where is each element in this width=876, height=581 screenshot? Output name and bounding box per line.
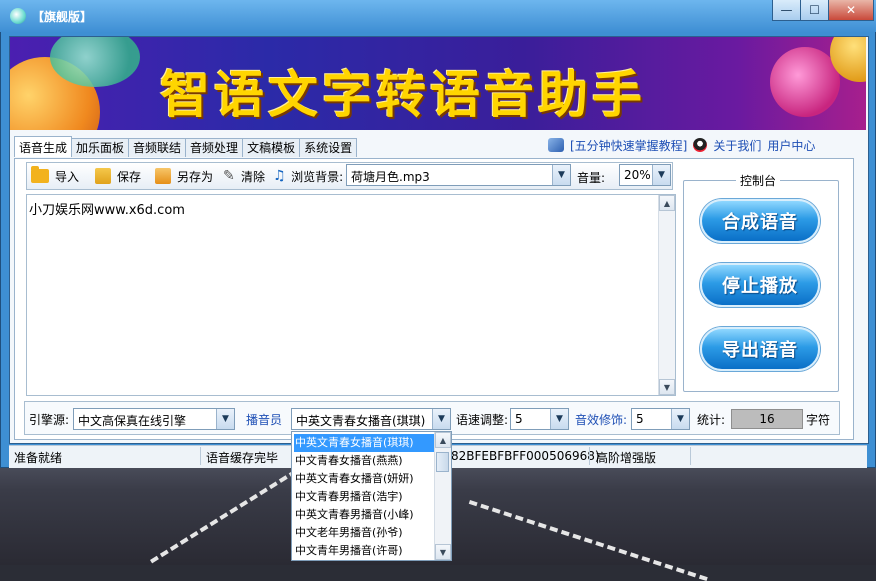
effect-value: 5 <box>636 412 644 426</box>
dropdown-option[interactable]: 中文青春男播音(浩宇) <box>294 488 435 506</box>
clear-label: 清除 <box>241 169 266 184</box>
export-voice-button[interactable]: 导出语音 <box>700 327 820 371</box>
music-note-icon: ♫ <box>273 168 286 184</box>
speaker-dropdown-list[interactable]: 中英文青春女播音(琪琪) 中文青春女播音(燕燕) 中英文青春女播音(妍妍) 中文… <box>291 431 452 561</box>
tab-bar: 语音生成 加乐面板 音频联结 音频处理 文稿模板 系统设置 <box>14 136 358 158</box>
tab-music-panel[interactable]: 加乐面板 <box>71 138 130 157</box>
top-links: [五分钟快速掌握教程] 关于我们 用户中心 <box>548 136 815 154</box>
chevron-down-icon[interactable]: ▼ <box>552 165 570 185</box>
engine-select[interactable]: 中文高保真在线引擎 ▼ <box>73 408 235 430</box>
scroll-down-icon[interactable]: ▼ <box>435 544 451 560</box>
volume-label: 音量: <box>577 171 606 185</box>
effect-select[interactable]: 5 ▼ <box>631 408 690 430</box>
save-as-button[interactable]: 另存为 <box>151 165 217 187</box>
folder-icon <box>31 166 49 183</box>
background-music-select[interactable]: 荷塘月色.mp3 ▼ <box>346 164 571 186</box>
save-button[interactable]: 保存 <box>91 165 145 187</box>
import-button[interactable]: 导入 <box>27 165 83 187</box>
tab-audio-process[interactable]: 音频处理 <box>185 138 244 157</box>
scroll-down-icon[interactable]: ▼ <box>659 379 675 395</box>
speed-label: 语速调整: <box>456 413 509 427</box>
banner: 智语文字转语音助手 <box>10 37 866 130</box>
speaker-value: 中英文青春女播音(琪琪) <box>296 414 426 428</box>
save-label: 保存 <box>117 169 142 184</box>
speed-value: 5 <box>515 412 523 426</box>
control-panel-title: 控制台 <box>736 172 781 189</box>
synthesize-button[interactable]: 合成语音 <box>700 199 820 243</box>
tab-settings[interactable]: 系统设置 <box>299 138 358 157</box>
stop-playback-button[interactable]: 停止播放 <box>700 263 820 307</box>
dropdown-option[interactable]: 中英文青春女播音(琪琪) <box>293 433 436 453</box>
dropdown-option[interactable]: 中文青年男播音(许哥) <box>294 542 435 560</box>
save-as-label: 另存为 <box>177 169 214 184</box>
save-icon <box>95 168 112 184</box>
status-edition: 高阶增强版 <box>596 451 657 465</box>
scroll-up-icon[interactable]: ▲ <box>659 195 675 211</box>
dropdown-option[interactable]: 中英文青春男播音(小峰) <box>294 506 435 524</box>
close-button[interactable]: ✕ <box>828 0 874 21</box>
user-center-link[interactable]: 用户中心 <box>767 137 815 154</box>
window-title: 【旗舰版】 <box>32 10 93 24</box>
tutorial-link[interactable]: [五分钟快速掌握教程] <box>570 137 687 154</box>
tab-script-templates[interactable]: 文稿模板 <box>242 138 301 157</box>
speaker-label: 播音员 <box>246 413 283 427</box>
app-icon <box>10 8 26 24</box>
clear-button[interactable]: ✎ 清除 <box>219 165 269 187</box>
engine-value: 中文高保真在线引擎 <box>78 414 187 428</box>
status-cache: 语音缓存完毕 <box>206 451 279 465</box>
save-as-icon <box>155 168 172 184</box>
effect-label: 音效修饰: <box>575 413 628 427</box>
char-count: 16 <box>731 409 803 429</box>
chevron-down-icon[interactable]: ▼ <box>216 409 234 429</box>
status-ready: 准备就绪 <box>14 451 63 465</box>
background-music-value: 荷塘月色.mp3 <box>351 170 430 184</box>
broom-icon: ✎ <box>223 168 235 184</box>
speaker-select[interactable]: 中英文青春女播音(琪琪) ▼ <box>291 408 451 430</box>
engine-label: 引擎源: <box>29 413 70 427</box>
minimize-button[interactable]: — <box>772 0 801 21</box>
dropdown-scrollbar[interactable]: ▲ ▼ <box>434 432 451 560</box>
browse-bg-label: 浏览背景: <box>291 169 344 184</box>
volume-value: 20% <box>624 168 651 182</box>
qq-penguin-icon <box>693 138 708 152</box>
editor-scrollbar[interactable]: ▲ ▼ <box>658 195 675 395</box>
scroll-up-icon[interactable]: ▲ <box>435 432 451 448</box>
maximize-button[interactable]: ☐ <box>800 0 829 21</box>
title-bar[interactable] <box>0 0 876 32</box>
import-label: 导入 <box>55 169 80 184</box>
dropdown-option[interactable]: 中文老年男播音(孙爷) <box>294 524 435 542</box>
banner-title: 智语文字转语音助手 <box>160 66 646 124</box>
chevron-down-icon[interactable]: ▼ <box>671 409 689 429</box>
browse-bg-button[interactable]: ♫ 浏览背景: <box>269 165 347 187</box>
chevron-down-icon[interactable]: ▼ <box>550 409 568 429</box>
tab-voice-generate[interactable]: 语音生成 <box>14 136 73 157</box>
scroll-thumb[interactable] <box>436 452 449 472</box>
editor-content: 小刀娱乐网www.x6d.com <box>29 203 185 218</box>
tab-audio-join[interactable]: 音频联结 <box>128 138 187 157</box>
volume-select[interactable]: 20% ▼ <box>619 164 671 186</box>
about-link[interactable]: 关于我们 <box>713 137 761 154</box>
count-label: 统计: <box>697 413 726 427</box>
tutorial-icon <box>548 138 564 152</box>
text-editor[interactable]: 小刀娱乐网www.x6d.com ▲ ▼ <box>26 194 676 396</box>
status-machine-id: 82BFEBFBFF000506968) <box>451 449 600 463</box>
chevron-down-icon[interactable]: ▼ <box>432 409 450 429</box>
chevron-down-icon[interactable]: ▼ <box>652 165 670 185</box>
speed-select[interactable]: 5 ▼ <box>510 408 569 430</box>
dropdown-option[interactable]: 中英文青春女播音(妍妍) <box>294 470 435 488</box>
dropdown-option[interactable]: 中文青春女播音(燕燕) <box>294 452 435 470</box>
count-unit: 字符 <box>806 413 831 427</box>
